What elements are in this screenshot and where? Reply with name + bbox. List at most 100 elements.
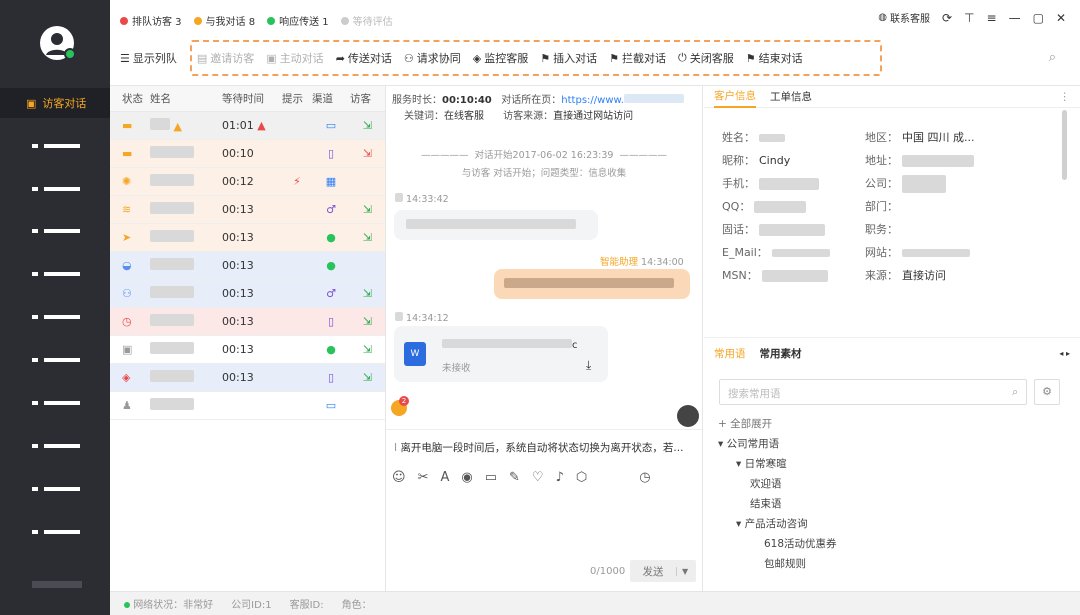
contact-support[interactable]: ◍ 联系客服 — [878, 10, 930, 25]
action-icon[interactable]: ⇲ — [350, 147, 385, 160]
tab-scroll-arrows[interactable]: ◂ ▸ — [1059, 349, 1070, 358]
expand-all-link[interactable]: + 全部展开 — [718, 414, 837, 434]
sidebar-item[interactable] — [32, 358, 80, 362]
action-icon[interactable]: ⇲ — [350, 287, 385, 300]
menu-icon[interactable]: ≡ — [987, 11, 997, 25]
table-row[interactable]: ⚇ 00:13 ♂ ⇲ — [110, 280, 385, 308]
tree-node[interactable]: ▾ 日常寒暄 — [718, 454, 837, 474]
edit-icon[interactable]: ✎ — [509, 470, 520, 485]
sidebar-item[interactable] — [32, 444, 80, 448]
sidebar-item[interactable] — [32, 272, 80, 276]
queue-stats: 排队访客 3 与我对话 8 响应传送 1 等待评估 — [120, 13, 393, 28]
emoji-icon[interactable]: ☺ — [392, 470, 406, 485]
tree-node[interactable]: ▾ 产品活动咨询 — [718, 514, 837, 534]
tree-leaf[interactable]: 包邮规则 — [718, 554, 837, 574]
table-row[interactable]: ◈ 00:13 ▯ ⇲ — [110, 364, 385, 392]
close-service-button[interactable]: ⏻ 关闭客服 — [678, 50, 734, 66]
tree-leaf[interactable]: 618活动优惠券 — [718, 534, 837, 554]
monitor-icon: ◈ — [472, 51, 482, 65]
action-icon[interactable]: ⇲ — [350, 203, 385, 216]
stat-responding[interactable]: 响应传送 1 — [267, 13, 329, 28]
eye-icon[interactable]: ◉ — [461, 470, 472, 485]
file-message[interactable]: W c 未接收 ⤓ — [394, 326, 608, 382]
font-icon[interactable]: A — [440, 470, 449, 485]
maximize-icon[interactable]: ▢ — [1033, 11, 1044, 25]
table-row[interactable]: ▬ ▲ 01:01 ▲ ▭ ⇲ — [110, 112, 385, 140]
tree-leaf[interactable]: 结束语 — [718, 494, 837, 514]
tree-node[interactable]: ▾ 公司常用语 — [718, 434, 837, 454]
sidebar-item[interactable] — [32, 487, 80, 491]
sidebar-bottom-item[interactable] — [32, 581, 82, 588]
tree-leaf[interactable]: 欢迎语 — [718, 474, 837, 494]
insert-chat-button[interactable]: ⚑ 插入对话 — [540, 50, 597, 66]
intercept-chat-button[interactable]: ⚑ 拦截对话 — [609, 50, 666, 66]
table-row[interactable]: ✺ 00:12 ⚡ ▦ — [110, 168, 385, 196]
avatar[interactable] — [40, 26, 76, 60]
request-assist-button[interactable]: ⚇ 请求协同 — [404, 50, 461, 66]
cube-icon[interactable]: ⬡ — [576, 470, 587, 485]
pin-icon[interactable]: ⊤ — [964, 11, 974, 25]
sidebar-item[interactable] — [32, 229, 80, 233]
stat-waiting[interactable]: 等待评估 — [340, 13, 393, 28]
tab-ticket-info[interactable]: 工单信息 — [770, 89, 812, 104]
settings-gear-icon[interactable]: ⚙ — [1034, 379, 1060, 405]
page-url-link[interactable]: https://www. — [561, 95, 624, 106]
close-icon[interactable]: ✕ — [1056, 11, 1066, 25]
invite-visitor-button[interactable]: ▤ 邀请访客 — [197, 50, 254, 66]
phrase-search-input[interactable]: 搜索常用语 ⌕ — [719, 379, 1027, 405]
visitor-name — [150, 202, 222, 217]
status-icon: ♟ — [122, 399, 132, 412]
table-row[interactable]: ▬ 00:10 ▯ ⇲ — [110, 140, 385, 168]
message-input[interactable]: I 离开电脑一段时间后，系统自动将状态切换为离开状态，若... — [394, 440, 694, 455]
table-row[interactable]: ◷ 00:13 ▯ ⇲ — [110, 308, 385, 336]
heart-icon[interactable]: ♡ — [532, 470, 544, 485]
action-icon[interactable]: ⇲ — [350, 315, 385, 328]
visitor-name — [150, 146, 222, 161]
sidebar-item[interactable] — [32, 401, 80, 405]
notification-badge[interactable]: 2 — [391, 396, 409, 416]
action-icon[interactable]: ⇲ — [350, 371, 385, 384]
end-chat-button[interactable]: ⚑ 结束对话 — [746, 50, 803, 66]
window-controls: ◍ 联系客服 ⟳ ⊤ ≡ — ▢ ✕ — [878, 10, 1066, 26]
download-icon[interactable]: ⤓ — [586, 358, 591, 373]
stat-talking[interactable]: 与我对话 8 — [193, 13, 255, 28]
more-icon[interactable]: ⋮ — [1060, 91, 1071, 103]
search-icon[interactable]: ⌕ — [1012, 386, 1018, 399]
mic-icon[interactable]: ♪ — [556, 470, 564, 485]
file-icon[interactable]: ▭ — [485, 470, 497, 485]
search-icon[interactable]: ⌕ — [1049, 50, 1056, 65]
visitor-name — [150, 258, 222, 273]
channel-icon: ▯ — [327, 315, 335, 328]
status-icon: ➤ — [122, 231, 132, 244]
active-chat-button[interactable]: ▣ 主动对话 — [266, 50, 323, 66]
show-queue-button[interactable]: ☰ 显示列队 — [120, 50, 177, 66]
table-row[interactable]: ◒ 00:13 ● — [110, 252, 385, 280]
tab-materials[interactable]: 常用素材 — [760, 346, 802, 361]
chevron-down-icon[interactable]: ▼ — [676, 566, 688, 576]
screenshot-icon[interactable]: ✂ — [418, 470, 429, 485]
action-icon[interactable]: ⇲ — [350, 231, 385, 244]
refresh-icon[interactable]: ⟳ — [942, 11, 952, 25]
tab-customer-info[interactable]: 客户信息 — [714, 86, 756, 108]
send-button[interactable]: 发送 ▼ — [630, 560, 696, 582]
action-icon[interactable]: ⇲ — [350, 119, 385, 132]
channel-icon: ● — [326, 231, 336, 244]
history-icon[interactable]: ◷ — [639, 470, 650, 485]
minimize-icon[interactable]: — — [1009, 11, 1021, 25]
table-row[interactable]: ➤ 00:13 ● ⇲ — [110, 224, 385, 252]
sidebar-item[interactable] — [32, 530, 80, 534]
sidebar-item[interactable] — [32, 187, 80, 191]
scrollbar[interactable] — [1062, 110, 1067, 180]
sidebar-item[interactable] — [32, 315, 80, 319]
table-row[interactable]: ♟ ▭ — [110, 392, 385, 420]
stat-queue[interactable]: 排队访客 3 — [120, 13, 182, 28]
monitor-agent-button[interactable]: ◈ 监控客服 — [473, 50, 528, 66]
table-row[interactable]: ≋ 00:13 ♂ ⇲ — [110, 196, 385, 224]
sidebar-item-visitor-chat[interactable]: ▣ 访客对话 — [0, 88, 110, 118]
table-row[interactable]: ▣ 00:13 ● ⇲ — [110, 336, 385, 364]
action-icon[interactable]: ⇲ — [350, 343, 385, 356]
tab-phrases[interactable]: 常用语 — [714, 346, 746, 361]
sidebar-item[interactable] — [32, 144, 80, 148]
robot-icon[interactable] — [677, 405, 699, 427]
transfer-chat-button[interactable]: ➦ 传送对话 — [336, 50, 392, 66]
